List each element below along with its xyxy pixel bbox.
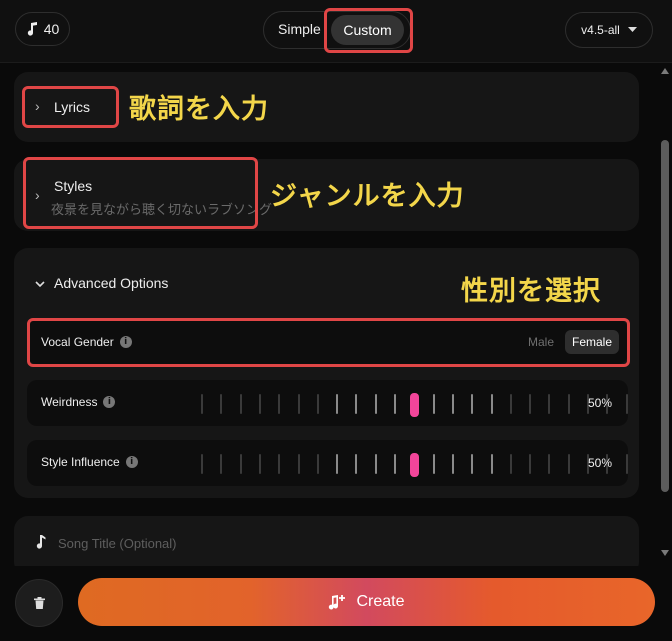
slider-tick: [220, 454, 223, 474]
song-title-input[interactable]: Song Title (Optional): [58, 536, 177, 551]
slider-tick: [625, 394, 628, 414]
slider-tick: [567, 454, 570, 474]
slider-tick: [394, 454, 396, 474]
music-note-icon: [27, 22, 37, 36]
annotation-lyrics: 歌詞を入力: [129, 94, 269, 125]
annotation-styles: ジャンルを入力: [270, 181, 465, 212]
clear-button[interactable]: [15, 579, 63, 627]
slider-tick: [432, 394, 435, 414]
slider-tick: [490, 454, 493, 474]
annotation-gender: 性別を選択: [461, 276, 601, 307]
bottom-bar: Create: [0, 566, 672, 641]
slider-thumb[interactable]: [410, 453, 420, 477]
annotation-box-gender: [27, 318, 630, 367]
slider-tick: [509, 394, 512, 414]
slider-tick: [297, 454, 300, 474]
slider-tick: [220, 394, 223, 414]
slider-tick: [394, 394, 396, 414]
credits-badge[interactable]: 40: [15, 12, 70, 46]
style-influence-label: Style Influence i: [41, 455, 138, 469]
slider-tick: [258, 454, 261, 474]
slider-tick: [336, 394, 339, 414]
slider-tick: [201, 394, 203, 414]
scrollbar[interactable]: [658, 62, 672, 567]
slider-tick: [374, 394, 377, 414]
slider-tick: [471, 454, 474, 474]
slider-tick: [548, 454, 551, 474]
weirdness-row: Weirdness i 50%: [27, 380, 628, 426]
info-icon[interactable]: i: [103, 396, 116, 408]
slider-tick: [316, 394, 319, 414]
annotation-box-lyrics: [22, 86, 119, 128]
slider-tick: [548, 394, 551, 414]
version-label: v4.5-all: [581, 23, 620, 37]
slider-tick: [529, 394, 532, 414]
slider-tick: [529, 454, 532, 474]
weirdness-label: Weirdness i: [41, 395, 116, 409]
music-note-icon: [36, 535, 46, 549]
weirdness-value: 50%: [587, 396, 612, 410]
chevron-down-icon[interactable]: [35, 275, 45, 293]
slider-tick: [567, 394, 570, 414]
slider-tick: [258, 394, 261, 414]
slider-tick: [625, 454, 628, 474]
slider-tick: [451, 454, 454, 474]
style-influence-text: Style Influence: [41, 455, 120, 469]
slider-tick: [278, 394, 281, 414]
mode-simple-tab[interactable]: Simple: [278, 21, 321, 37]
trash-icon: [33, 597, 45, 609]
slider-tick: [355, 454, 358, 474]
style-influence-row: Style Influence i 50%: [27, 440, 628, 486]
annotation-box-styles: [23, 157, 258, 229]
slider-tick: [297, 394, 300, 414]
style-influence-slider[interactable]: [173, 453, 628, 477]
version-dropdown[interactable]: v4.5-all: [565, 12, 653, 48]
scrollbar-thumb[interactable]: [661, 140, 669, 492]
music-plus-icon: [329, 595, 346, 610]
slider-tick: [239, 454, 242, 474]
slider-tick: [201, 454, 203, 474]
slider-tick: [316, 454, 319, 474]
slider-tick: [278, 454, 281, 474]
advanced-options-label[interactable]: Advanced Options: [54, 275, 168, 291]
slider-tick: [471, 394, 474, 414]
slider-tick: [374, 454, 377, 474]
scroll-down-icon[interactable]: [661, 550, 669, 556]
info-icon[interactable]: i: [125, 456, 138, 468]
annotation-box-custom: [324, 8, 413, 53]
create-label: Create: [356, 593, 405, 610]
credits-count: 40: [43, 21, 60, 37]
create-button[interactable]: Create: [78, 578, 655, 626]
slider-tick: [239, 394, 242, 414]
caret-down-icon: [627, 27, 637, 32]
style-influence-value: 50%: [587, 456, 612, 470]
slider-tick: [432, 454, 435, 474]
slider-tick: [336, 454, 339, 474]
slider-tick: [451, 394, 454, 414]
slider-thumb[interactable]: [410, 393, 420, 417]
weirdness-slider[interactable]: [173, 393, 628, 417]
weirdness-text: Weirdness: [41, 395, 98, 409]
scroll-up-icon[interactable]: [661, 68, 669, 74]
slider-tick: [355, 394, 358, 414]
slider-tick: [509, 454, 512, 474]
slider-tick: [490, 394, 493, 414]
